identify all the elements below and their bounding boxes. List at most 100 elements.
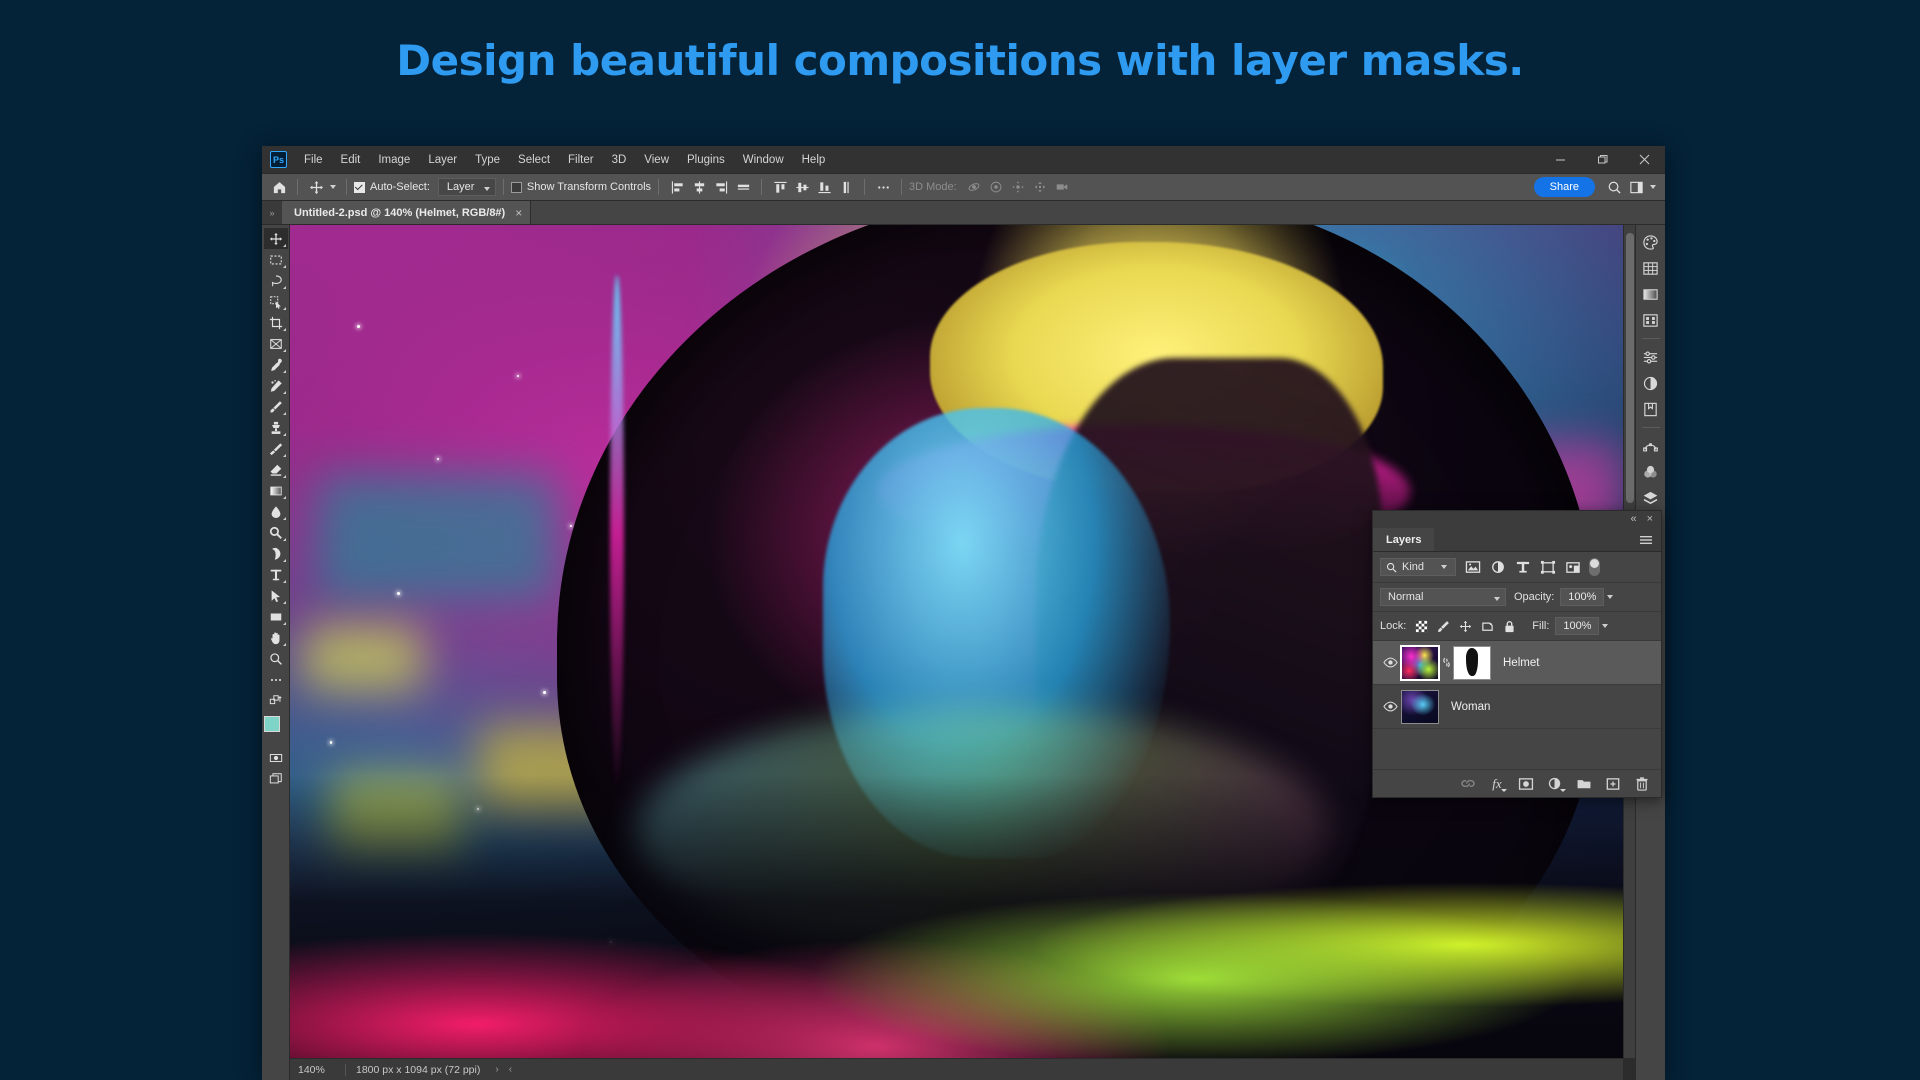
filter-shape-icon[interactable] [1537,557,1559,577]
align-right-edges-icon[interactable] [710,177,732,197]
lock-artboard-icon[interactable] [1478,617,1496,635]
fill-input[interactable]: 100% [1555,617,1600,635]
lock-transparent-pixels-icon[interactable] [1412,617,1430,635]
sidebar-item-object-selection-tool[interactable] [264,291,288,312]
workspace-caret-icon[interactable] [1647,185,1659,189]
move-tool-options-caret-icon[interactable] [327,185,339,189]
sidebar-item-edit-toolbar[interactable] [264,669,288,690]
layer-name[interactable]: Woman [1451,701,1490,713]
adjustments-icon[interactable] [1638,344,1664,370]
color-swatches[interactable] [263,715,289,741]
show-transform-controls-checkbox[interactable]: Show Transform Controls [510,181,651,193]
swap-colors-icon[interactable] [264,690,288,711]
add-layer-mask-icon[interactable] [1513,773,1539,795]
layer-thumbnail[interactable] [1401,689,1439,724]
menu-type[interactable]: Type [466,150,509,170]
quick-mask-icon[interactable] [264,747,288,768]
status-expand-icon[interactable]: › [490,1064,503,1075]
close-icon[interactable]: × [515,206,522,220]
share-button[interactable]: Share [1533,177,1595,197]
menu-layer[interactable]: Layer [419,150,466,170]
sidebar-item-type-tool[interactable] [264,564,288,585]
filter-smart-object-icon[interactable] [1562,557,1584,577]
menu-view[interactable]: View [635,150,678,170]
align-vertical-centers-icon[interactable] [791,177,813,197]
new-group-icon[interactable] [1571,773,1597,795]
sidebar-item-dodge-tool[interactable] [264,522,288,543]
sidebar-item-blur-tool[interactable] [264,501,288,522]
document-dimensions[interactable]: 1800 px x 1094 px (72 ppi) [346,1064,490,1076]
filter-pixel-icon[interactable] [1462,557,1484,577]
sidebar-item-lasso-tool[interactable] [264,270,288,291]
paths-icon[interactable] [1638,433,1664,459]
swatches-icon[interactable] [1638,255,1664,281]
layer-mask-thumbnail[interactable] [1453,645,1491,680]
menu-file[interactable]: File [295,150,332,170]
layer-thumbnail[interactable] [1400,644,1440,681]
sidebar-item-frame-tool[interactable] [264,333,288,354]
align-top-edges-icon[interactable] [769,177,791,197]
menu-3d[interactable]: 3D [603,150,636,170]
lock-image-pixels-icon[interactable] [1434,617,1452,635]
foreground-color-swatch[interactable] [263,716,280,732]
blend-mode-dropdown[interactable]: Normal [1380,588,1506,606]
minimize-icon[interactable] [1539,146,1581,173]
workspace-icon[interactable] [1625,177,1647,197]
sidebar-item-history-brush-tool[interactable] [264,438,288,459]
sidebar-item-rectangle-tool[interactable] [264,606,288,627]
zoom-level[interactable]: 140% [290,1063,346,1076]
move-tool-icon[interactable] [305,177,327,197]
sidebar-item-move-tool[interactable] [263,228,288,249]
align-bottom-edges-icon[interactable] [813,177,835,197]
distribute-vertical-icon[interactable] [835,177,857,197]
libraries-icon[interactable] [1638,396,1664,422]
fill-slider-caret-icon[interactable] [1599,624,1611,628]
sidebar-item-zoom-tool[interactable] [264,648,288,669]
filter-toggle-switch[interactable] [1589,558,1600,576]
search-icon[interactable] [1603,177,1625,197]
link-layers-icon[interactable] [1455,773,1481,795]
opacity-slider-caret-icon[interactable] [1604,595,1616,599]
menu-image[interactable]: Image [369,150,419,170]
more-options-icon[interactable] [872,177,894,197]
restore-icon[interactable] [1581,146,1623,173]
patterns-icon[interactable] [1638,307,1664,333]
delete-layer-icon[interactable] [1629,773,1655,795]
sidebar-item-crop-tool[interactable] [264,312,288,333]
sidebar-item-eyedropper-tool[interactable] [264,354,288,375]
menu-help[interactable]: Help [793,150,835,170]
layer-mask-link-icon[interactable] [1439,656,1453,669]
sidebar-item-spot-healing-brush-tool[interactable] [264,375,288,396]
sidebar-item-pen-tool[interactable] [264,543,288,564]
sidebar-item-hand-tool[interactable] [264,627,288,648]
layer-styles-fx-icon[interactable]: fx [1484,773,1510,795]
layer-visibility-toggle-icon[interactable] [1379,657,1401,668]
lock-position-icon[interactable] [1456,617,1474,635]
layer-filter-kind-dropdown[interactable]: Kind [1380,558,1456,576]
sidebar-item-clone-stamp-tool[interactable] [264,417,288,438]
lock-all-icon[interactable] [1500,617,1518,635]
tab-layers[interactable]: Layers [1373,528,1435,551]
document-tab[interactable]: Untitled-2.psd @ 140% (Helmet, RGB/8#) × [282,201,532,224]
adjustment-layer-icon[interactable] [1638,370,1664,396]
home-icon[interactable] [268,177,290,197]
screen-mode-icon[interactable] [264,768,288,789]
scrollbar-thumb[interactable] [1626,233,1634,503]
menu-select[interactable]: Select [509,150,559,170]
auto-select-checkbox[interactable]: Auto-Select: [354,181,430,193]
gradients-icon[interactable] [1638,281,1664,307]
status-collapse-icon[interactable]: ‹ [504,1064,517,1075]
menu-window[interactable]: Window [734,150,793,170]
menu-plugins[interactable]: Plugins [678,150,734,170]
sidebar-item-brush-tool[interactable] [264,396,288,417]
menu-edit[interactable]: Edit [332,150,370,170]
panel-expand-icon[interactable]: » [262,201,282,224]
close-icon[interactable]: × [1643,514,1657,525]
auto-select-scope-dropdown[interactable]: Layer [437,178,496,196]
menu-filter[interactable]: Filter [559,150,603,170]
layer-visibility-toggle-icon[interactable] [1379,701,1401,712]
opacity-input[interactable]: 100% [1560,588,1605,606]
align-left-edges-icon[interactable] [666,177,688,197]
sidebar-item-marquee-tool[interactable] [264,249,288,270]
layers-icon[interactable] [1638,485,1664,511]
